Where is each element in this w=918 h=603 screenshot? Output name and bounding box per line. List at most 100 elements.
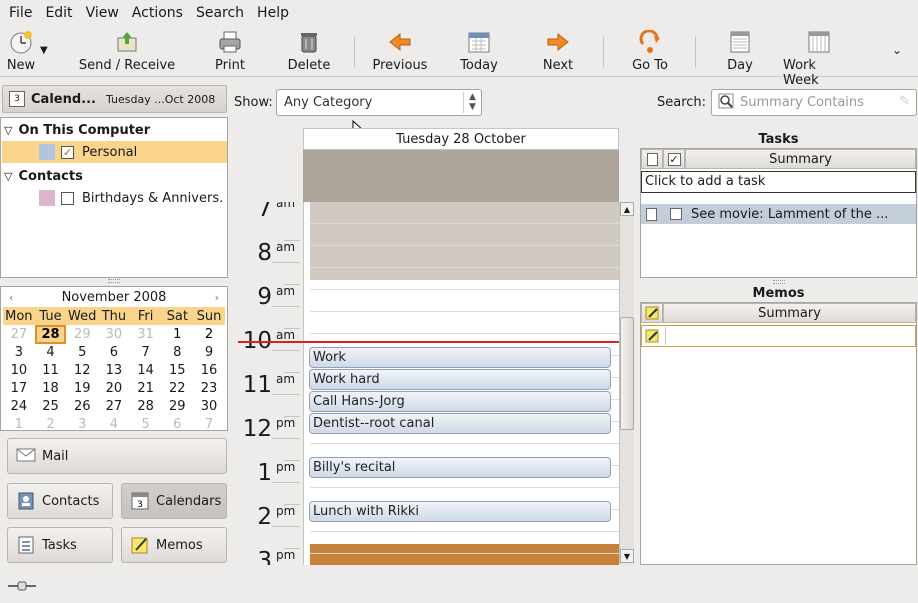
- expander-icon[interactable]: ▽: [4, 170, 12, 183]
- go-to-button[interactable]: Go To: [629, 27, 671, 75]
- day-cell[interactable]: 4: [35, 345, 67, 360]
- day-cell[interactable]: 10: [3, 363, 35, 378]
- day-cell[interactable]: 30: [193, 399, 225, 414]
- day-cell[interactable]: 30: [98, 327, 130, 342]
- delete-button[interactable]: Delete: [284, 27, 334, 75]
- day-cell[interactable]: 6: [161, 417, 193, 432]
- chevron-down-icon[interactable]: ▼: [40, 45, 48, 56]
- day-cell[interactable]: 18: [35, 381, 67, 396]
- summary-column-header[interactable]: Summary: [663, 303, 916, 323]
- menu-view[interactable]: View: [81, 5, 124, 21]
- day-cell[interactable]: 16: [193, 363, 225, 378]
- next-month-button[interactable]: ›: [215, 291, 219, 304]
- task-type-column[interactable]: [641, 149, 663, 169]
- day-cell[interactable]: 27: [98, 399, 130, 414]
- day-cell[interactable]: 7: [193, 417, 225, 432]
- menu-edit[interactable]: Edit: [40, 5, 77, 21]
- add-task-field[interactable]: Click to add a task: [641, 171, 916, 193]
- category-combo[interactable]: Any Category ▲ ▼: [276, 89, 482, 116]
- prev-month-button[interactable]: ‹: [9, 291, 13, 304]
- search-input[interactable]: Summary Contains ✎: [711, 89, 917, 116]
- day-cell[interactable]: 22: [161, 381, 193, 396]
- day-cell[interactable]: 13: [98, 363, 130, 378]
- day-cell[interactable]: 15: [161, 363, 193, 378]
- day-cell[interactable]: 3: [3, 345, 35, 360]
- today-button[interactable]: Today: [457, 27, 501, 75]
- day-cell[interactable]: 1: [3, 417, 35, 432]
- day-cell[interactable]: 3: [66, 417, 98, 432]
- memo-type-column[interactable]: [641, 303, 663, 323]
- day-cell[interactable]: 29: [66, 327, 98, 342]
- day-cell[interactable]: 4: [98, 417, 130, 432]
- day-cell[interactable]: 8: [161, 345, 193, 360]
- event-billys-recital[interactable]: Billy's recital: [309, 457, 611, 478]
- day-cell[interactable]: 14: [130, 363, 162, 378]
- clear-search-icon[interactable]: ✎: [899, 94, 910, 109]
- event-lunch-with-rikki[interactable]: Lunch with Rikki: [309, 501, 611, 522]
- tasks-switcher-button[interactable]: Tasks: [7, 527, 113, 563]
- calendar-birthdays[interactable]: Birthdays & Annivers...: [2, 187, 227, 209]
- memos-switcher-button[interactable]: Memos: [121, 527, 227, 563]
- event-work-hard[interactable]: Work hard: [309, 369, 611, 390]
- expander-icon[interactable]: ▽: [4, 124, 12, 137]
- mail-switcher-button[interactable]: Mail: [7, 438, 227, 474]
- time-slot[interactable]: [310, 532, 619, 554]
- day-cell[interactable]: 27: [3, 327, 35, 342]
- time-slot[interactable]: [310, 312, 619, 334]
- menu-actions[interactable]: Actions: [127, 5, 188, 21]
- new-button[interactable]: New: [4, 27, 38, 75]
- day-cell[interactable]: 6: [98, 345, 130, 360]
- day-cell[interactable]: 19: [66, 381, 98, 396]
- day-cell[interactable]: 9: [193, 345, 225, 360]
- group-contacts[interactable]: ▽ Contacts: [2, 165, 227, 187]
- previous-button[interactable]: Previous: [371, 27, 429, 75]
- day-cell[interactable]: 23: [193, 381, 225, 396]
- day-cell[interactable]: 17: [3, 381, 35, 396]
- day-cell[interactable]: 28: [130, 399, 162, 414]
- pane-grip[interactable]: [108, 279, 120, 283]
- menu-file[interactable]: File: [4, 5, 37, 21]
- task-row[interactable]: See movie: Lamment of the ...: [641, 204, 916, 224]
- status-bar-offline-icon[interactable]: [8, 580, 36, 592]
- day-view-button[interactable]: Day: [724, 27, 756, 75]
- print-button[interactable]: Print: [208, 27, 252, 75]
- checkbox-unchecked[interactable]: [61, 191, 74, 205]
- checkbox-checked[interactable]: ✓: [61, 145, 74, 159]
- day-cell[interactable]: 12: [66, 363, 98, 378]
- day-cell[interactable]: 11: [35, 363, 67, 378]
- day-cell[interactable]: 26: [66, 399, 98, 414]
- menu-help[interactable]: Help: [252, 5, 294, 21]
- event-dentist[interactable]: Dentist--root canal: [309, 413, 611, 434]
- event-call-hans-jorg[interactable]: Call Hans-Jorg: [309, 391, 611, 412]
- scrollbar-thumb[interactable]: [620, 317, 634, 430]
- event-work[interactable]: Work: [309, 347, 611, 368]
- day-cell[interactable]: 20: [98, 381, 130, 396]
- day-cell[interactable]: 5: [130, 417, 162, 432]
- day-cell[interactable]: 5: [66, 345, 98, 360]
- day-cell[interactable]: 24: [3, 399, 35, 414]
- contacts-switcher-button[interactable]: Contacts: [7, 483, 113, 519]
- day-cell-today[interactable]: 28: [34, 324, 67, 344]
- time-slot[interactable]: [310, 290, 619, 312]
- day-cell[interactable]: 7: [130, 345, 162, 360]
- day-cell[interactable]: 2: [35, 417, 67, 432]
- next-button[interactable]: Next: [538, 27, 578, 75]
- calendar-personal[interactable]: ✓ Personal: [2, 141, 227, 163]
- day-cell[interactable]: 25: [35, 399, 67, 414]
- all-day-events-area[interactable]: [303, 150, 619, 202]
- send-receive-button[interactable]: Send / Receive: [78, 27, 176, 75]
- task-complete-checkbox[interactable]: [670, 208, 682, 220]
- scroll-down-icon[interactable]: ▼: [620, 549, 634, 563]
- pane-grip[interactable]: [773, 280, 785, 284]
- day-cell[interactable]: 21: [130, 381, 162, 396]
- add-memo-row[interactable]: [641, 325, 916, 347]
- task-complete-column[interactable]: ✓: [663, 149, 685, 169]
- day-cell[interactable]: 31: [130, 327, 162, 342]
- work-week-button[interactable]: Work Week: [783, 27, 855, 88]
- day-cell[interactable]: 29: [161, 399, 193, 414]
- day-cell[interactable]: 1: [161, 327, 193, 342]
- summary-column-header[interactable]: Summary: [685, 149, 916, 169]
- day-view-scrollbar[interactable]: ▲ ▼: [619, 202, 634, 564]
- toolbar-overflow-chevron-icon[interactable]: ⌄: [892, 43, 902, 57]
- calendars-switcher-button[interactable]: 3 Calendars: [121, 483, 227, 519]
